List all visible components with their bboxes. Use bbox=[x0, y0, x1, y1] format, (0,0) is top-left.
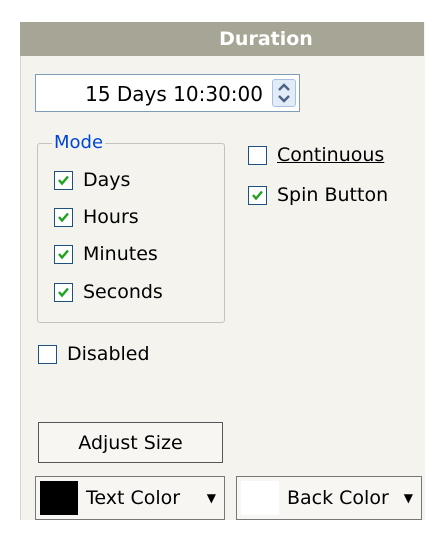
dropdown-arrow-icon[interactable]: ▼ bbox=[207, 491, 216, 505]
mode-days-label: Days bbox=[83, 169, 131, 191]
duration-input[interactable]: 15 Days 10:30:00 bbox=[35, 74, 300, 112]
spin-control[interactable] bbox=[272, 79, 296, 107]
header-title: Duration bbox=[219, 28, 313, 50]
checkbox-box[interactable] bbox=[248, 145, 267, 165]
mode-days-checkbox[interactable]: Days bbox=[54, 169, 130, 191]
panel-header: Duration bbox=[20, 22, 424, 56]
adjust-size-label: Adjust Size bbox=[78, 431, 183, 454]
mode-seconds-label: Seconds bbox=[83, 281, 163, 303]
adjust-size-button[interactable]: Adjust Size bbox=[38, 422, 223, 463]
mode-legend: Mode bbox=[52, 132, 106, 153]
checkbox-box[interactable] bbox=[248, 185, 267, 205]
checkmark-icon bbox=[58, 175, 69, 185]
checkmark-icon bbox=[58, 212, 69, 222]
mode-minutes-checkbox[interactable]: Minutes bbox=[54, 243, 158, 265]
text-color-swatch bbox=[40, 481, 78, 515]
spin-down-icon[interactable] bbox=[278, 95, 290, 103]
text-color-label: Text Color bbox=[86, 487, 181, 509]
mode-minutes-label: Minutes bbox=[83, 243, 158, 265]
checkmark-icon bbox=[58, 287, 69, 297]
dropdown-arrow-icon[interactable]: ▼ bbox=[404, 491, 413, 505]
spin-up-icon[interactable] bbox=[278, 83, 290, 91]
text-color-button[interactable]: Text Color ▼ bbox=[35, 476, 225, 520]
checkbox-box[interactable] bbox=[54, 207, 73, 227]
disabled-checkbox[interactable]: Disabled bbox=[38, 343, 150, 365]
spin-button-checkbox[interactable]: Spin Button bbox=[248, 184, 388, 206]
back-color-swatch bbox=[241, 481, 279, 515]
checkbox-box[interactable] bbox=[54, 282, 73, 302]
disabled-label: Disabled bbox=[67, 343, 150, 365]
checkbox-box[interactable] bbox=[54, 170, 73, 190]
mode-seconds-checkbox[interactable]: Seconds bbox=[54, 281, 163, 303]
spin-button-label: Spin Button bbox=[277, 184, 389, 206]
checkmark-icon bbox=[58, 249, 69, 259]
duration-value: 15 Days 10:30:00 bbox=[85, 82, 263, 106]
back-color-label: Back Color bbox=[287, 487, 389, 509]
continuous-checkbox[interactable]: Continuous bbox=[248, 144, 384, 166]
mode-hours-checkbox[interactable]: Hours bbox=[54, 206, 139, 228]
mode-hours-label: Hours bbox=[83, 206, 139, 228]
checkmark-icon bbox=[252, 190, 263, 200]
checkbox-box[interactable] bbox=[38, 344, 57, 364]
back-color-button[interactable]: Back Color ▼ bbox=[236, 476, 422, 520]
continuous-label: Continuous bbox=[277, 144, 385, 166]
checkbox-box[interactable] bbox=[54, 244, 73, 264]
